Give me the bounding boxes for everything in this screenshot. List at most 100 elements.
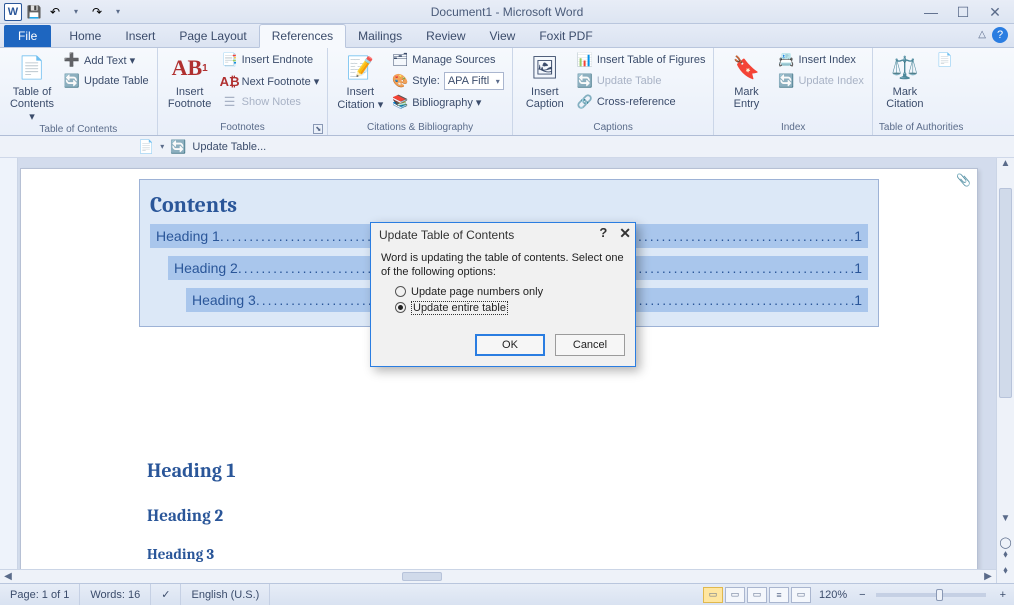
scroll-right-icon[interactable]: ▶ <box>980 571 996 582</box>
browse-object-icon[interactable]: ◯ <box>997 536 1014 549</box>
toc-menu-caret-icon[interactable]: ▾ <box>160 142 164 151</box>
add-text-icon: ➕ <box>64 52 80 68</box>
citation-icon: 📝 <box>344 52 376 84</box>
next-page-icon[interactable]: ⬧ <box>997 565 1014 581</box>
footnote-icon: AB1 <box>174 52 206 84</box>
toc-menu-icon[interactable]: 📄 <box>138 139 154 155</box>
proofing-icon: ✓ <box>161 588 170 601</box>
fullscreen-reading-view-button[interactable]: ▭ <box>725 587 745 603</box>
endnote-icon: 📑 <box>222 52 238 68</box>
table-of-contents-button[interactable]: 📄 Table of Contents ▾ <box>6 50 58 123</box>
redo-icon[interactable]: ↷ <box>88 3 106 21</box>
hscroll-thumb[interactable] <box>402 572 442 581</box>
insert-figures-button[interactable]: 📊Insert Table of Figures <box>575 50 708 70</box>
radio-selected-icon[interactable] <box>395 302 406 313</box>
zoom-level[interactable]: 120% <box>811 589 855 601</box>
outline-view-button[interactable]: ≡ <box>769 587 789 603</box>
status-page[interactable]: Page: 1 of 1 <box>0 584 80 605</box>
ribbon-tabs: File Home Insert Page Layout References … <box>0 24 1014 48</box>
close-button[interactable]: ✕ <box>988 5 1002 19</box>
heading-2[interactable]: Heading 2 <box>147 507 223 526</box>
maximize-button[interactable]: ☐ <box>956 5 970 19</box>
save-icon[interactable]: 💾 <box>25 3 43 21</box>
update-index-button: 🔄Update Index <box>776 71 865 91</box>
minimize-ribbon-icon[interactable]: △ <box>978 29 986 40</box>
style-dropdown[interactable]: APA Fiftl▾ <box>444 72 504 90</box>
tab-references[interactable]: References <box>259 24 346 48</box>
mark-citation-button[interactable]: ⚖️ Mark Citation <box>879 50 931 110</box>
insert-index-button[interactable]: 📇Insert Index <box>776 50 865 70</box>
heading-1[interactable]: Heading 1 <box>147 459 236 482</box>
insert-caption-button[interactable]: 🖼 Insert Caption <box>519 50 571 110</box>
tab-page-layout[interactable]: Page Layout <box>167 25 258 47</box>
mark-citation-icon: ⚖️ <box>889 52 921 84</box>
authorities-extra-icon[interactable]: 📄 <box>935 50 949 70</box>
manage-sources-button[interactable]: 🗂Manage Sources <box>390 50 506 70</box>
undo-more-icon[interactable]: ▾ <box>67 3 85 21</box>
toc-title: Contents <box>150 192 868 218</box>
update-captions-icon: 🔄 <box>577 73 593 89</box>
object-anchor-icon[interactable]: 📎 <box>956 173 971 187</box>
scroll-down-icon[interactable]: ▼ <box>997 513 1014 529</box>
update-index-icon: 🔄 <box>778 73 794 89</box>
horizontal-scrollbar[interactable]: ◀ ▶ <box>0 569 996 583</box>
insert-endnote-button[interactable]: 📑Insert Endnote <box>220 50 322 70</box>
status-proofing[interactable]: ✓ <box>151 584 181 605</box>
cancel-button[interactable]: Cancel <box>555 334 625 356</box>
mark-entry-icon: 🔖 <box>730 52 762 84</box>
next-footnote-button[interactable]: A₿Next Footnote ▾ <box>220 71 322 91</box>
manage-sources-icon: 🗂 <box>392 52 408 68</box>
tab-view[interactable]: View <box>478 25 528 47</box>
tab-mailings[interactable]: Mailings <box>346 25 414 47</box>
status-words[interactable]: Words: 16 <box>80 584 151 605</box>
file-tab[interactable]: File <box>4 25 51 47</box>
status-language[interactable]: English (U.S.) <box>181 584 270 605</box>
window-title: Document1 - Microsoft Word <box>0 5 1014 19</box>
group-label-captions: Captions <box>519 121 708 135</box>
help-icon[interactable]: ? <box>992 27 1008 43</box>
add-text-button[interactable]: ➕Add Text ▾ <box>62 50 151 70</box>
tab-review[interactable]: Review <box>414 25 477 47</box>
heading-3[interactable]: Heading 3 <box>147 545 214 563</box>
bibliography-button[interactable]: 📚Bibliography ▾ <box>390 92 506 112</box>
zoom-in-button[interactable]: + <box>992 589 1014 601</box>
print-layout-view-button[interactable]: ▭ <box>703 587 723 603</box>
tab-home[interactable]: Home <box>57 25 113 47</box>
vscroll-thumb[interactable] <box>999 188 1012 398</box>
dialog-close-icon[interactable]: ✕ <box>619 225 631 242</box>
zoom-out-button[interactable]: − <box>855 589 869 601</box>
zoom-knob[interactable] <box>936 589 943 601</box>
toc-update-icon[interactable]: 🔄 <box>170 139 186 155</box>
ok-button[interactable]: OK <box>475 334 545 356</box>
insert-footnote-button[interactable]: AB1 Insert Footnote <box>164 50 216 110</box>
dialog-body: Word is updating the table of contents. … <box>371 247 635 328</box>
draft-view-button[interactable]: ▭ <box>791 587 811 603</box>
dialog-titlebar[interactable]: Update Table of Contents ? ✕ <box>371 223 635 247</box>
undo-icon[interactable]: ↶ <box>46 3 64 21</box>
update-table-button[interactable]: 🔄Update Table <box>62 71 151 91</box>
minimize-button[interactable]: — <box>924 5 938 19</box>
group-index: 🔖 Mark Entry 📇Insert Index 🔄Update Index… <box>714 48 872 135</box>
update-table-link[interactable]: Update Table... <box>192 141 266 153</box>
scroll-up-icon[interactable]: ▲ <box>997 158 1014 174</box>
prev-page-icon[interactable]: ⬧ <box>997 549 1014 565</box>
radio-unselected-icon[interactable] <box>395 286 406 297</box>
web-layout-view-button[interactable]: ▭ <box>747 587 767 603</box>
qat-customize-icon[interactable]: ▾ <box>109 3 127 21</box>
tab-insert[interactable]: Insert <box>113 25 167 47</box>
toc-row-page: 1 <box>854 228 862 244</box>
option-page-numbers[interactable]: Update page numbers only <box>395 286 625 298</box>
vertical-scrollbar[interactable]: ▲ ▼ ◯ ⬧ ⬧ <box>996 158 1014 583</box>
scroll-left-icon[interactable]: ◀ <box>0 571 16 582</box>
mark-entry-button[interactable]: 🔖 Mark Entry <box>720 50 772 110</box>
zoom-slider[interactable] <box>876 593 986 597</box>
footnotes-launcher-icon[interactable]: ⬊ <box>313 124 323 134</box>
insert-index-icon: 📇 <box>778 52 794 68</box>
tab-foxit-pdf[interactable]: Foxit PDF <box>527 25 604 47</box>
toc-icon: 📄 <box>16 52 48 84</box>
dialog-help-icon[interactable]: ? <box>599 225 607 242</box>
group-captions: 🖼 Insert Caption 📊Insert Table of Figure… <box>513 48 715 135</box>
cross-reference-button[interactable]: 🔗Cross-reference <box>575 92 708 112</box>
option-entire-table[interactable]: Update entire table <box>395 301 625 315</box>
insert-citation-button[interactable]: 📝 Insert Citation ▾ <box>334 50 386 111</box>
